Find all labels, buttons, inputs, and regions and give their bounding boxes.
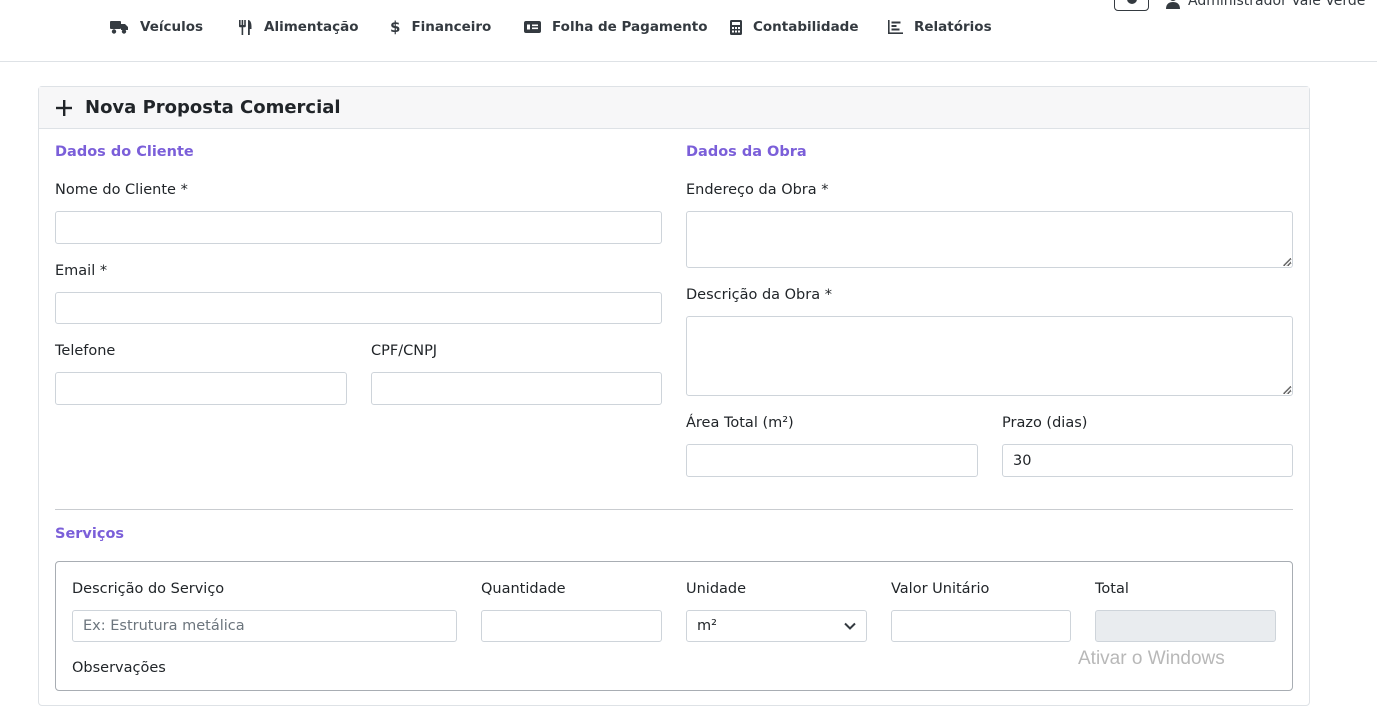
money-check-icon [524,21,541,33]
nav-label: Veículos [140,19,204,35]
phone-label: Telefone [55,343,116,359]
bar-chart-icon [888,20,903,34]
card-header: Nova Proposta Comercial [39,87,1309,129]
notes-label: Observações [72,660,166,676]
calculator-icon [730,19,742,35]
email-input[interactable] [55,292,662,324]
nav-label: Contabilidade [753,19,859,35]
client-name-label: Nome do Cliente * [55,182,188,198]
work-address-label: Endereço da Obra * [686,182,829,198]
utensils-icon [239,19,252,35]
moon-icon [1127,0,1137,4]
nav-label: Financeiro [411,19,492,35]
unit-selected-value: m² [697,618,717,634]
nav-item-relatorios[interactable]: Relatórios [888,17,992,37]
total-area-input[interactable] [686,444,978,477]
work-address-textarea[interactable] [686,211,1293,268]
deadline-input[interactable] [1002,444,1293,477]
nav-item-folha-pagamento[interactable]: Folha de Pagamento [524,17,708,37]
quantity-input[interactable] [481,610,662,642]
user-icon [1166,0,1180,9]
work-description-label: Descrição da Obra * [686,287,832,303]
top-navbar: Veículos Alimentação $ Financeiro Folha … [0,0,1377,62]
card-title: Nova Proposta Comercial [85,97,341,118]
quantity-label: Quantidade [481,581,566,597]
nav-label: Alimentação [264,19,359,35]
nav-item-veiculos[interactable]: Veículos [110,17,203,37]
total-label: Total [1095,581,1129,597]
service-description-input[interactable] [72,610,457,642]
nav-item-contabilidade[interactable]: Contabilidade [730,17,859,37]
plus-icon [56,99,72,116]
client-section-title: Dados do Cliente [55,144,194,160]
user-name: Administrador Vale Verde [1188,0,1366,9]
total-input [1095,610,1276,642]
windows-activation-watermark: Ativar o Windows [1078,648,1225,669]
dollar-icon: $ [390,18,401,36]
theme-toggle-button[interactable] [1114,0,1149,11]
cpf-cnpj-label: CPF/CNPJ [371,343,438,359]
services-section-title: Serviços [55,526,125,542]
nav-item-alimentacao[interactable]: Alimentação [239,17,359,37]
deadline-label: Prazo (dias) [1002,415,1088,431]
unit-price-label: Valor Unitário [891,581,990,597]
email-label: Email * [55,263,108,279]
phone-input[interactable] [55,372,347,405]
nav-label: Folha de Pagamento [552,19,708,35]
truck-icon [110,21,128,34]
nav-item-financeiro[interactable]: $ Financeiro [390,17,491,37]
unit-select[interactable]: m² [686,610,867,642]
nav-label: Relatórios [914,19,992,35]
work-section-title: Dados da Obra [686,144,807,160]
section-divider [55,509,1293,510]
total-area-label: Área Total (m²) [686,415,794,431]
user-menu[interactable]: Administrador Vale Verde [1166,0,1365,10]
cpf-cnpj-input[interactable] [371,372,662,405]
service-description-label: Descrição do Serviço [72,581,225,597]
unit-price-input[interactable] [891,610,1071,642]
unit-label: Unidade [686,581,747,597]
work-description-textarea[interactable] [686,316,1293,396]
chevron-down-icon [844,622,856,630]
client-name-input[interactable] [55,211,662,244]
